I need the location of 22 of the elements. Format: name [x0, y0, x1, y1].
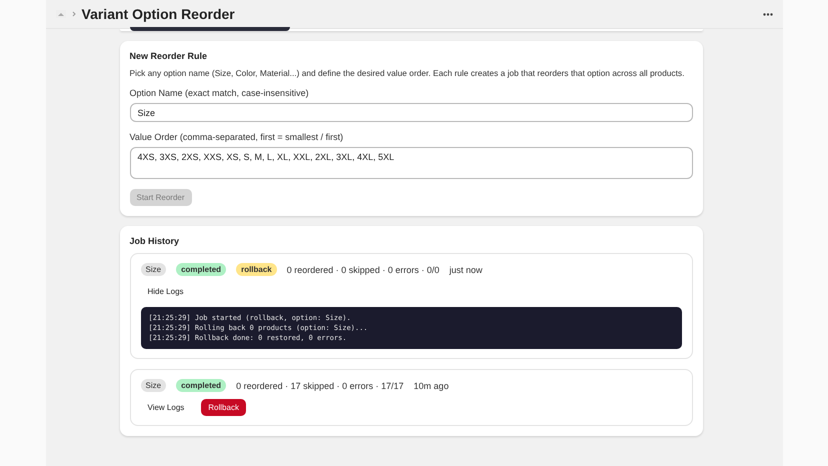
card-title: New Reorder Rule	[130, 51, 208, 61]
job-time: just now	[449, 264, 482, 274]
status-tag: completed	[176, 379, 226, 392]
job-summary: 0 reordered · 17 skipped · 0 errors · 17/17	[236, 380, 404, 390]
description-text: Pick any option name (Size, Color, Material...) and define the desired value order. Each rule creates a job that reorders that option across all products.	[130, 68, 686, 78]
rollback-button[interactable]: Rollback	[201, 399, 246, 416]
rollback-tag: rollback	[236, 263, 277, 276]
job-summary: 0 reordered · 0 skipped · 0 errors · 0/0	[286, 264, 440, 274]
job-time: 10m ago	[414, 380, 449, 390]
logs-toggle-button[interactable]: View Logs	[140, 399, 192, 416]
page-title: Variant Option Reorder	[82, 6, 235, 22]
chevron-icon	[72, 11, 76, 17]
logs-toggle-button[interactable]: Hide Logs	[140, 283, 191, 300]
status-tag: completed	[176, 263, 226, 276]
card-title: Job History	[130, 236, 180, 246]
more-icon[interactable]	[762, 12, 772, 16]
value-order-field[interactable]: 4XS, 3XS, 2XS, XXS, XS, S, M, L, XL, XXL, 2XL, 3XL, 4XL, 5XL	[130, 147, 692, 179]
option-tag: Size	[140, 263, 166, 276]
option-name-field[interactable]: Size	[130, 103, 692, 122]
field-label: Value Order (comma-separated, first = smallest / first)	[130, 132, 344, 142]
field-label: Option Name (exact match, case-insensitive)	[130, 88, 310, 98]
option-tag: Size	[140, 379, 166, 392]
